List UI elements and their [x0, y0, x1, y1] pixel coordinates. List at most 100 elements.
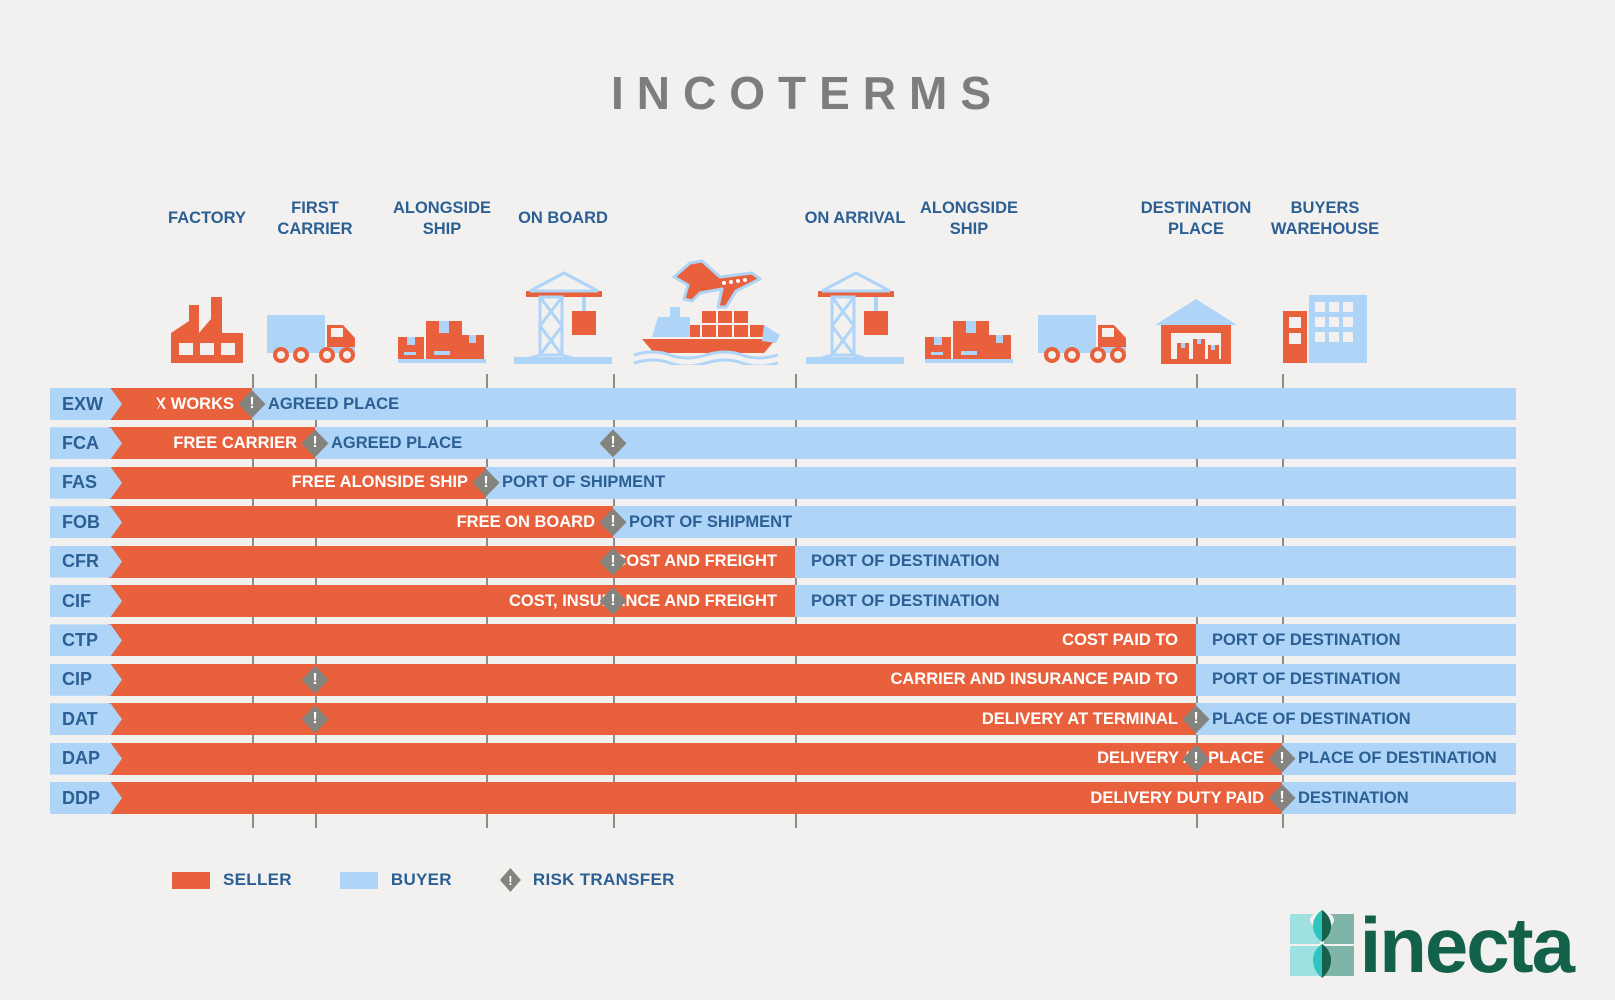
exclamation-icon: !: [610, 434, 616, 452]
chart-row-fob: FOB FREE ON BOARD PORT OF SHIPMENT!: [50, 506, 1516, 539]
risk-transfer-marker: !: [599, 508, 627, 537]
page-title: INCOTERMS: [611, 67, 1004, 119]
exclamation-icon: !: [312, 710, 318, 728]
risk-transfer-marker: !: [599, 587, 627, 615]
incoterms-chart: EXW EX WORKS AGREED PLACE! FCA FREE CARRIER A…: [0, 374, 1615, 828]
chart-row-dat: DAT DELIVERY AT TERMINAL PLACE OF DESTINAT…: [50, 703, 1516, 736]
risk-transfer-marker: !: [301, 705, 329, 734]
column-header-9: BUYERS WAREHOUSE: [1270, 199, 1380, 238]
seller-label: FREE ALONSIDE SHIP: [291, 473, 468, 492]
seller-label: COST AND FREIGHT: [614, 552, 777, 571]
risk-transfer-marker: !: [1182, 705, 1210, 734]
chart-row-ddp: DDP DELIVERY DUTY PAID DESTINATION!: [50, 782, 1516, 814]
risk-transfer-marker: !: [472, 468, 500, 497]
seller-label: CARRIER AND INSURANCE PAID TO: [890, 670, 1178, 689]
legend-item-2: ! RISK TRANSFER: [499, 868, 675, 892]
buyer-label: PORT OF DESTINATION: [811, 552, 1000, 571]
seller-label: FREE ON BOARD: [456, 512, 595, 531]
boxes-icon: [396, 307, 488, 365]
seller-label: DELIVERY AT TERMINAL: [981, 709, 1178, 728]
chart-row-fca: FCA FREE CARRIER AGREED PLACE!!: [50, 427, 1516, 460]
risk-diamond-icon: !: [599, 547, 627, 576]
row-code-ctp: CTP: [50, 624, 122, 657]
buyer-label: PLACE OF DESTINATION: [1212, 709, 1411, 728]
risk-diamond-icon: !: [1268, 744, 1296, 773]
buyer-label: AGREED PLACE: [268, 394, 400, 413]
boxes-icon: [923, 307, 1015, 365]
crane-icon: [804, 269, 906, 365]
exclamation-icon: !: [312, 670, 318, 688]
row-code-cif: CIF: [50, 585, 122, 617]
chart-row-cif: CIF COST, INSURANCE AND FREIGHT PORT OF DE…: [50, 585, 1516, 617]
legend-label: BUYER: [390, 870, 452, 889]
risk-diamond-icon: !: [472, 468, 500, 497]
leaf-mark-icon: [1289, 910, 1354, 978]
legend-item-0: SELLER: [172, 870, 292, 890]
buyer-label: PORT OF DESTINATION: [1212, 630, 1401, 649]
column-header-6: ALONGSIDE SHIP: [919, 199, 1019, 238]
factory-icon: [167, 293, 247, 365]
buyer-label: AGREED PLACE: [331, 433, 463, 452]
chart-row-cfr: CFR COST AND FREIGHT PORT OF DESTINATION!: [50, 545, 1516, 578]
risk-transfer-marker: !: [301, 665, 329, 694]
risk-diamond-icon: !: [599, 429, 627, 458]
buyer-label: PORT OF DESTINATION: [811, 591, 1000, 610]
risk-transfer-marker: !: [1182, 744, 1210, 773]
logo-wordmark: inecta: [1359, 900, 1575, 989]
icon-row: [0, 250, 1615, 365]
legend-item-1: BUYER: [339, 870, 452, 890]
risk-transfer-marker: !: [599, 547, 627, 576]
chart-row-exw: EXW EX WORKS AGREED PLACE!: [50, 388, 1516, 420]
buyer-label: DESTINATION: [1298, 788, 1409, 807]
risk-diamond-icon: !: [301, 429, 329, 458]
risk-diamond-icon: !: [301, 705, 329, 734]
buyer-label: PORT OF SHIPMENT: [502, 473, 666, 492]
row-code-cip: CIP: [50, 663, 122, 696]
legend-label: SELLER: [223, 870, 292, 889]
exclamation-icon: !: [1279, 789, 1285, 806]
ship-plane-icon: [624, 255, 804, 365]
legend: SELLER BUYER ! RISK TRANSFER: [172, 868, 723, 892]
exclamation-icon: !: [610, 513, 616, 531]
row-code-exw: EXW: [50, 388, 122, 420]
exclamation-icon: !: [1279, 749, 1285, 767]
warehouse-icon: [1153, 297, 1239, 365]
risk-transfer-marker: !: [599, 429, 627, 458]
row-code-cfr: CFR: [50, 545, 122, 578]
row-code-dat: DAT: [50, 703, 122, 736]
chart-row-dap: DAP DELIVERY AT PLACE PLACE OF DESTINATION…: [50, 742, 1516, 775]
legend-swatch: [339, 871, 378, 889]
risk-transfer-marker: !: [238, 390, 266, 418]
seller-label: DELIVERY AT PLACE: [1097, 749, 1264, 768]
inecta-logo: inecta: [1288, 900, 1575, 989]
risk-diamond-icon: !: [599, 508, 627, 537]
row-code-ddp: DDP: [50, 782, 122, 814]
row-code-fas: FAS: [50, 466, 122, 499]
building-icon: [1281, 289, 1369, 365]
column-header-3: ON BOARD: [518, 209, 608, 227]
exclamation-icon: !: [610, 552, 616, 570]
buyer-label: PLACE OF DESTINATION: [1298, 749, 1497, 768]
buyer-label: PORT OF SHIPMENT: [629, 512, 793, 531]
exclamation-icon: !: [1193, 749, 1199, 767]
risk-diamond-icon: !: [301, 665, 329, 694]
risk-transfer-marker: !: [301, 429, 329, 458]
risk-diamond-icon: !: [1182, 705, 1210, 734]
risk-transfer-marker: !: [1268, 784, 1296, 812]
legend-label: RISK TRANSFER: [532, 870, 675, 889]
row-code-fca: FCA: [50, 427, 122, 460]
chart-row-fas: FAS FREE ALONSIDE SHIP PORT OF SHIPMENT!: [50, 466, 1516, 499]
exclamation-icon: !: [249, 395, 255, 412]
exclamation-icon: !: [610, 592, 616, 609]
buyer-label: PORT OF DESTINATION: [1212, 670, 1401, 689]
seller-label: COST, INSURANCE AND FREIGHT: [509, 591, 777, 610]
exclamation-icon: !: [312, 434, 318, 452]
row-code-dap: DAP: [50, 742, 122, 775]
seller-label: COST PAID TO: [1062, 630, 1178, 649]
risk-transfer-marker: !: [1268, 744, 1296, 773]
chart-row-ctp: CTP COST PAID TO PORT OF DESTINATION: [50, 624, 1516, 657]
truck-reverse-icon: [1036, 313, 1136, 365]
row-code-fob: FOB: [50, 506, 122, 539]
risk-diamond-icon: !: [599, 587, 627, 615]
exclamation-icon: !: [483, 473, 489, 491]
